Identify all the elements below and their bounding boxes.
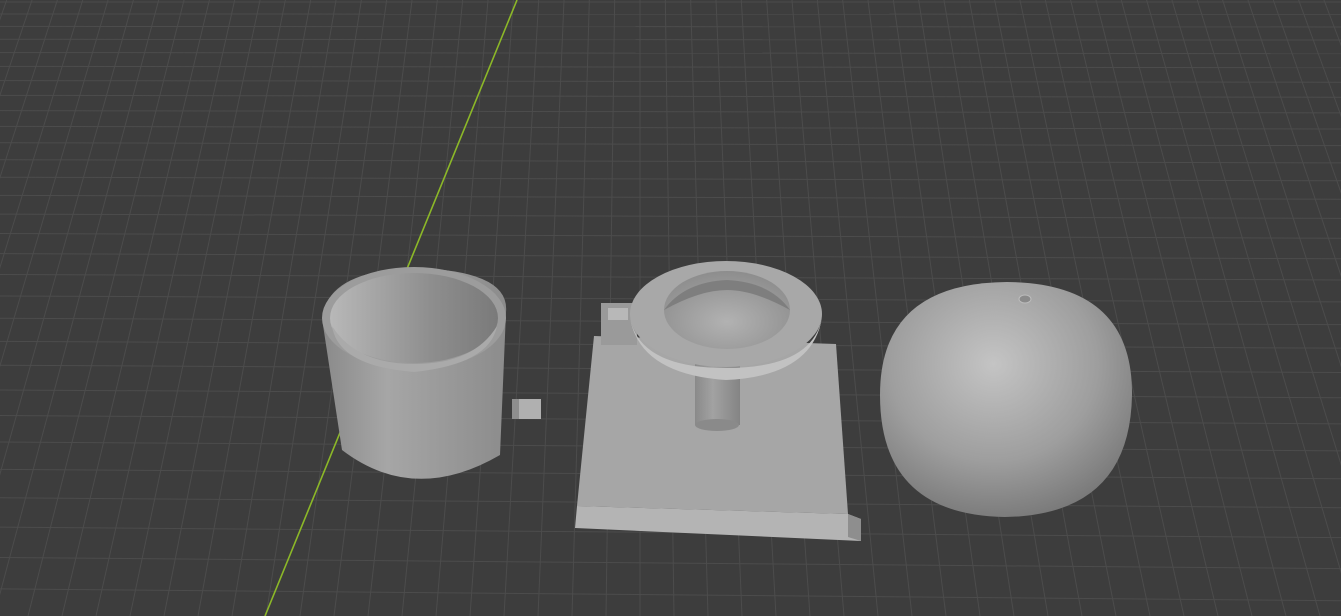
sphere-pin-hole [1018,294,1032,304]
cylinder-tab [512,399,541,419]
grid-line-v [0,0,58,179]
grid-line-v [0,0,160,596]
grid-line-v [197,0,312,616]
grid-line-v [503,0,540,616]
grid-line-h [0,25,1341,28]
grid-line-v [95,0,236,616]
grid-line-v [1222,0,1341,368]
grid-line-v [0,0,84,269]
3d-viewport[interactable] [0,0,1341,616]
grid-line-v [1298,0,1341,118]
grid-line-h [0,80,1341,83]
grid-line-v [61,0,210,616]
grid-line-h [0,233,1341,239]
grid-line-v [27,0,185,616]
mold-base[interactable] [575,261,861,541]
grid-line-v [537,0,565,616]
grid-line-h [0,176,1341,182]
hollow-cylinder[interactable] [322,267,541,479]
sphere[interactable] [880,282,1133,517]
grid-line-v [1272,0,1341,194]
grid-line-v [1196,0,1341,466]
grid-line-v [1095,0,1253,616]
grid-line-h [0,159,1341,164]
grid-line-h [0,125,1341,130]
grid-line-v [0,0,134,476]
grid-line-h [0,194,1341,200]
grid-line-v [1120,0,1287,616]
grid-line-h [0,142,1341,147]
grid-line-v [1171,0,1341,574]
grid-line-v [231,0,337,616]
grid-line-h [0,253,1341,260]
grid-line-h [0,94,1341,98]
grid-line-h [0,38,1341,41]
grid-line-h [0,110,1341,114]
viewport-canvas[interactable] [0,0,1341,616]
grid-line-v [163,0,286,616]
grid-line-h [0,213,1341,219]
grid-line-h [0,52,1341,55]
grid-line-v [129,0,261,616]
grid-line-v [1146,0,1321,616]
